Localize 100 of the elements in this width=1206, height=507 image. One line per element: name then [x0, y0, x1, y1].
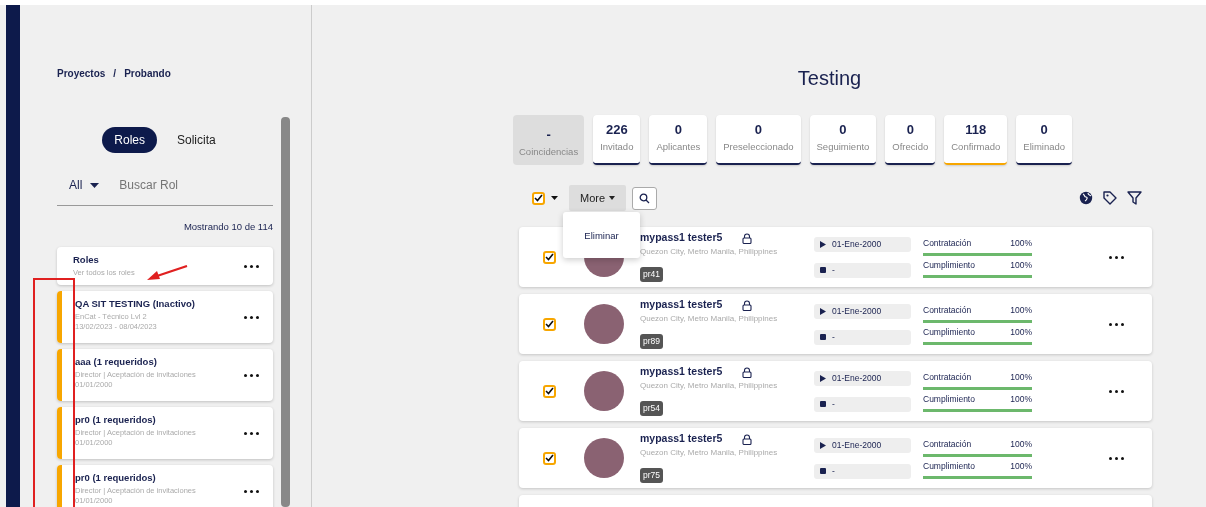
page-title: Testing: [796, 66, 863, 91]
stop-icon: [820, 334, 826, 341]
role-title: pr0 (1 requeridos): [75, 471, 156, 486]
candidate-name[interactable]: mypass1 tester5: [640, 230, 723, 247]
globe-icon[interactable]: [1079, 191, 1093, 205]
metric-value: 100%: [1010, 258, 1032, 272]
status-card[interactable]: 0 Preseleccionado: [716, 115, 801, 165]
tag-icon[interactable]: [1103, 191, 1117, 205]
status-card[interactable]: - Coincidencias: [513, 115, 585, 165]
play-icon: [820, 441, 826, 449]
more-options-icon[interactable]: [1109, 322, 1124, 326]
start-date: 01-Ene-2000: [814, 303, 911, 319]
candidate-name[interactable]: mypass1 tester5: [640, 297, 723, 314]
candidate-location: Quezon City, Metro Manila, Philippines: [640, 380, 779, 393]
metric-label: Contratación: [923, 438, 972, 451]
candidate-row[interactable]: mypass1 tester5 Quezon City, Metro Manila, Philippines pr54 01-Ene-2000 - Contratación 100% Cumplimiento 100%: [519, 361, 1152, 422]
more-options-icon[interactable]: [244, 315, 259, 319]
metric-label: Contratación: [923, 371, 972, 384]
breadcrumb-link[interactable]: Probando: [124, 66, 171, 81]
metric-value: 100%: [1010, 237, 1032, 250]
metric-label: Contratación: [923, 304, 972, 317]
role-title: pr0 (1 requeridos): [75, 413, 156, 428]
end-date: -: [814, 329, 911, 345]
select-all-checkbox[interactable]: [532, 191, 545, 205]
more-options-icon[interactable]: [244, 264, 259, 268]
status-card[interactable]: 118 Confirmado: [944, 115, 1008, 165]
candidate-location: Quezon City, Metro Manila, Philippines: [640, 447, 779, 460]
more-options-icon[interactable]: [244, 431, 259, 435]
row-checkbox[interactable]: [543, 384, 556, 398]
candidate-location: Quezon City, Metro Manila, Philippines: [640, 246, 779, 259]
end-date: -: [814, 262, 911, 278]
tab[interactable]: Solicita: [165, 127, 228, 153]
row-checkbox[interactable]: [543, 317, 556, 331]
status-card[interactable]: 0 Ofrecido: [885, 115, 936, 165]
filter-dropdown[interactable]: All: [69, 176, 100, 194]
metric-value: 100%: [1010, 325, 1032, 339]
status-card[interactable]: 0 Seguimiento: [809, 115, 877, 165]
lock-icon: [742, 433, 753, 445]
lock-icon: [742, 299, 753, 311]
start-date: 01-Ene-2000: [814, 370, 911, 386]
scrollbar[interactable]: [281, 117, 290, 507]
annotation-arrow: [146, 264, 188, 281]
role-title: QA SIT TESTING (Inactivo): [75, 297, 195, 312]
metric-value: 100%: [1010, 459, 1032, 473]
more-options-icon[interactable]: [244, 489, 259, 493]
more-options-icon[interactable]: [244, 373, 259, 377]
caret-icon[interactable]: [609, 196, 616, 200]
lock-icon: [742, 232, 753, 244]
row-checkbox[interactable]: [543, 451, 556, 465]
tag-label: pr75: [640, 468, 663, 483]
metric-value: 100%: [1010, 371, 1032, 384]
end-date: -: [814, 396, 911, 412]
metric-label: Cumplimiento: [923, 392, 975, 406]
avatar-placeholder: [584, 304, 624, 345]
play-icon: [820, 374, 826, 382]
search-button[interactable]: [632, 186, 658, 210]
metric-value: 100%: [1010, 304, 1032, 317]
tab[interactable]: Roles: [102, 127, 157, 153]
candidate-row[interactable]: mypass1 tester5 Quezon City, Metro Manila, Philippines pr75 01-Ene-2000 - Contratación 100% Cumplimiento 100%: [519, 428, 1152, 489]
start-date: 01-Ene-2000: [814, 236, 911, 252]
breadcrumb-link[interactable]: Proyectos: [57, 66, 106, 81]
metric-label: Cumplimiento: [923, 325, 975, 339]
avatar-placeholder: [584, 371, 624, 412]
more-button[interactable]: More: [569, 184, 627, 212]
caret-icon[interactable]: [551, 196, 558, 200]
metric-label: Cumplimiento: [923, 258, 975, 272]
play-icon: [820, 240, 826, 248]
more-options-icon[interactable]: [1109, 456, 1124, 460]
tag-label: pr89: [640, 334, 663, 349]
status-card[interactable]: 0 Aplicantes: [649, 115, 708, 165]
role-title: aaa (1 requeridos): [75, 355, 157, 370]
lock-icon: [742, 366, 753, 378]
more-options-icon[interactable]: [1109, 255, 1124, 259]
stop-icon: [820, 267, 826, 274]
candidate-name[interactable]: mypass1 tester5: [640, 364, 723, 381]
more-options-icon[interactable]: [1109, 389, 1124, 393]
avatar-placeholder: [584, 438, 624, 479]
candidate-name[interactable]: mypass1 tester5: [640, 431, 723, 448]
tag-label: pr41: [640, 267, 663, 282]
role-title: Roles: [73, 253, 99, 268]
search-icon[interactable]: [639, 192, 651, 204]
candidate-row[interactable]: mypass1 tester5 Quezon City, Metro Manila, Philippines pr89 01-Ene-2000 - Contratación 100% Cumplimiento 100%: [519, 294, 1152, 355]
status-card[interactable]: 226 Invitado: [593, 115, 641, 165]
results-count: Mostrando 10 de 114: [182, 220, 273, 234]
row-checkbox[interactable]: [543, 250, 556, 264]
metric-label: Contratación: [923, 237, 972, 250]
metric-label: Cumplimiento: [923, 459, 975, 473]
menu-item[interactable]: Eliminar: [578, 228, 625, 245]
start-date: 01-Ene-2000: [814, 437, 911, 453]
candidate-location: Quezon City, Metro Manila, Philippines: [640, 313, 779, 326]
play-icon: [820, 307, 826, 315]
stop-icon: [820, 401, 826, 408]
metric-value: 100%: [1010, 392, 1032, 406]
caret-icon[interactable]: [90, 182, 100, 188]
tag-label: pr54: [640, 401, 663, 416]
breadcrumb-separator: /: [113, 67, 117, 81]
filter-icon[interactable]: [1127, 191, 1142, 205]
search-field[interactable]: Buscar Rol: [117, 175, 238, 195]
stop-icon: [820, 468, 826, 475]
status-card[interactable]: 0 Eliminado: [1016, 115, 1073, 165]
